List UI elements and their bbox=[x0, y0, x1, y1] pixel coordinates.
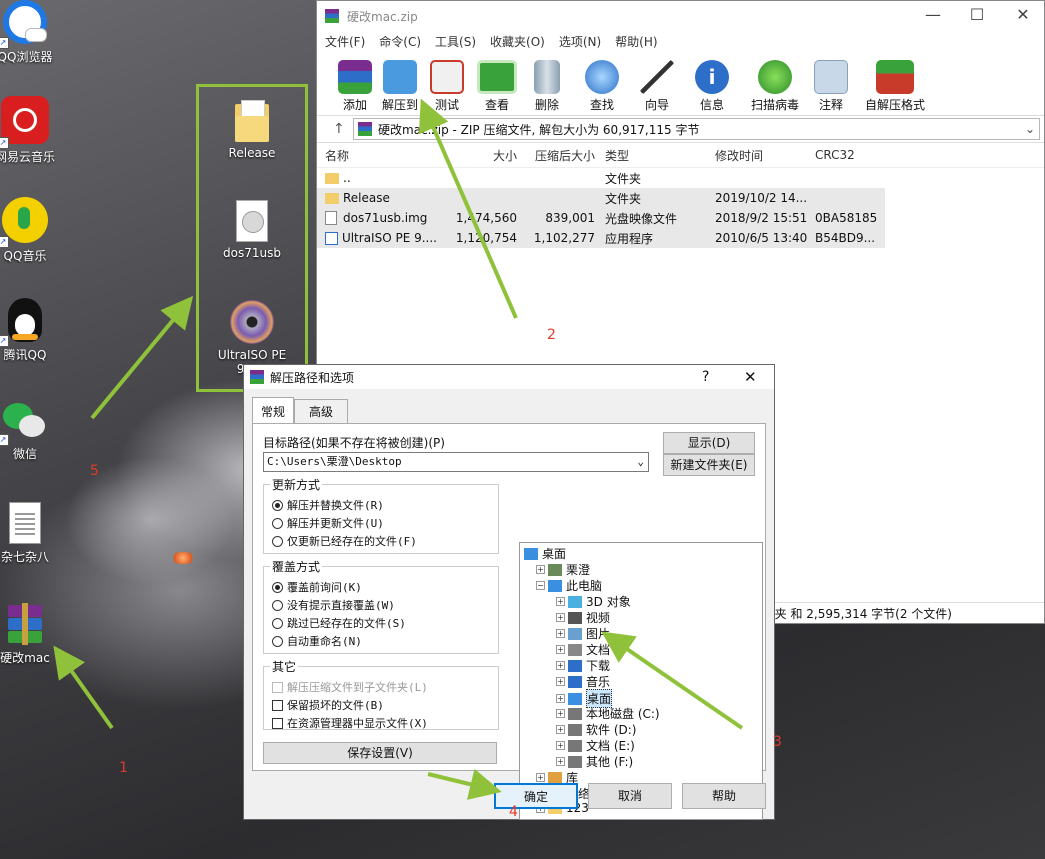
arrow-to-extracted-files bbox=[92, 302, 188, 418]
arrow-to-archive bbox=[58, 652, 112, 728]
arrow-to-desktop-node bbox=[608, 636, 742, 728]
step-number-4: 4 bbox=[509, 804, 518, 820]
arrow-to-extract-to bbox=[424, 106, 516, 318]
step-number-2: 2 bbox=[547, 327, 556, 343]
tutorial-arrows bbox=[0, 0, 1045, 859]
step-number-5: 5 bbox=[90, 463, 99, 479]
step-number-1: 1 bbox=[119, 760, 128, 776]
arrow-to-ok-button bbox=[428, 774, 494, 790]
step-number-3: 3 bbox=[773, 734, 782, 750]
